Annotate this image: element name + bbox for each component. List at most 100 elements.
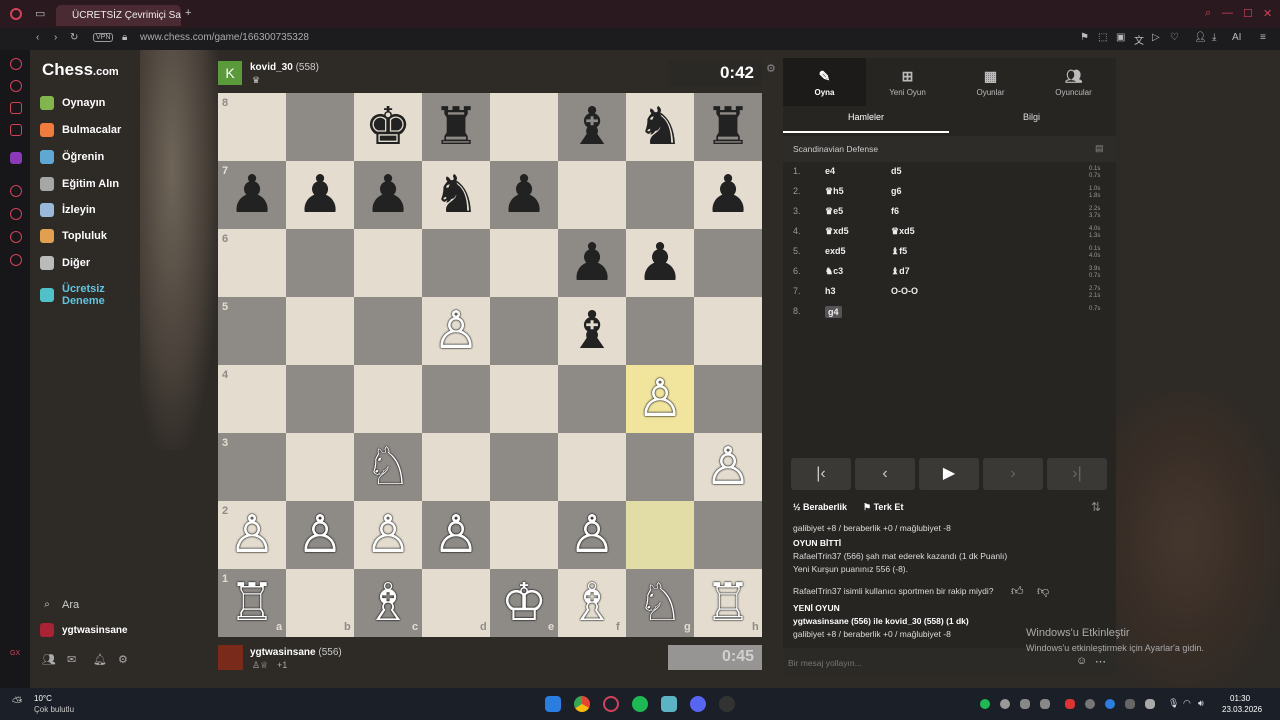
new-tab-icon[interactable]: + (185, 7, 191, 19)
chrome-icon[interactable] (574, 696, 590, 712)
black-move[interactable]: g6 (891, 186, 902, 196)
resign-button[interactable]: ⚑ Terk Et (863, 502, 903, 513)
tab-games[interactable]: ▦ Oyunlar (949, 68, 1032, 97)
square-e3[interactable] (490, 433, 558, 501)
square-e1[interactable]: ♔ (490, 569, 558, 637)
black-piece[interactable]: ♝ (569, 98, 616, 156)
next-move-button[interactable]: › (983, 458, 1043, 490)
white-piece[interactable]: ♗ (365, 574, 412, 632)
clock-date[interactable]: 23.03.2026 (1222, 705, 1262, 714)
square-b5[interactable] (286, 297, 354, 365)
black-move[interactable]: ♛xd5 (891, 226, 915, 237)
square-h6[interactable] (694, 229, 762, 297)
square-b4[interactable] (286, 365, 354, 433)
player-avatar[interactable] (218, 645, 243, 670)
black-piece[interactable]: ♞ (433, 166, 480, 224)
bookmark-icon[interactable]: ⚑ (1080, 32, 1089, 43)
microphone-icon[interactable]: 🎙︎ (1168, 698, 1179, 709)
nav-item-3[interactable]: Öğrenin (40, 150, 104, 164)
translate-icon[interactable]: 文 (1134, 32, 1144, 47)
white-move[interactable]: g4 (825, 306, 842, 318)
tray-icon[interactable] (1040, 699, 1050, 709)
white-piece[interactable]: ♙ (229, 506, 276, 564)
chat-icon[interactable] (10, 102, 22, 114)
player-icon[interactable] (10, 185, 22, 197)
square-a8[interactable] (218, 93, 286, 161)
black-piece[interactable]: ♟ (501, 166, 548, 224)
white-piece[interactable]: ♔ (501, 574, 548, 632)
wallet-icon[interactable]: ▣ (1116, 32, 1125, 43)
square-d6[interactable] (422, 229, 490, 297)
tray-icon[interactable] (1145, 699, 1155, 709)
first-move-button[interactable]: |‹ (791, 458, 851, 490)
square-a5[interactable] (218, 297, 286, 365)
square-g4[interactable]: ♙ (626, 365, 694, 433)
white-piece[interactable]: ♖ (705, 574, 752, 632)
square-c3[interactable]: ♘ (354, 433, 422, 501)
menu-icon[interactable]: ≡ (1260, 32, 1266, 43)
black-piece[interactable]: ♟ (637, 234, 684, 292)
nav-item-7[interactable]: Diğer (40, 256, 90, 270)
square-g1[interactable]: ♘ (626, 569, 694, 637)
clock-time[interactable]: 01:30 (1230, 694, 1250, 703)
square-g8[interactable]: ♞ (626, 93, 694, 161)
white-move[interactable]: e4 (825, 166, 835, 176)
square-d5[interactable]: ♙ (422, 297, 490, 365)
draw-button[interactable]: ½ Beraberlik (793, 502, 847, 512)
url-field[interactable]: www.chess.com/game/166300735328 (140, 32, 309, 43)
tray-icon[interactable] (1000, 699, 1010, 709)
square-a7[interactable]: ♟ (218, 161, 286, 229)
steam-icon[interactable] (719, 696, 735, 712)
square-h3[interactable]: ♙ (694, 433, 762, 501)
white-piece[interactable]: ♘ (637, 574, 684, 632)
white-move[interactable]: ♛h5 (825, 186, 844, 197)
heart-icon[interactable]: ♡ (1170, 32, 1179, 43)
tray-icon[interactable] (1065, 699, 1075, 709)
white-piece[interactable]: ♙ (433, 302, 480, 360)
black-piece[interactable]: ♟ (229, 166, 276, 224)
square-a3[interactable] (218, 433, 286, 501)
history-icon[interactable] (10, 231, 22, 243)
chat-input[interactable] (788, 655, 1058, 670)
square-e2[interactable] (490, 501, 558, 569)
start-icon[interactable] (545, 696, 561, 712)
opera-gx-icon[interactable] (603, 696, 619, 712)
square-d3[interactable] (422, 433, 490, 501)
square-b8[interactable] (286, 93, 354, 161)
square-f6[interactable]: ♟ (558, 229, 626, 297)
black-piece[interactable]: ♜ (433, 98, 480, 156)
white-piece[interactable]: ♙ (705, 438, 752, 496)
mail-icon[interactable]: ✉ (67, 653, 76, 666)
square-c2[interactable]: ♙ (354, 501, 422, 569)
white-move[interactable]: exd5 (825, 246, 846, 256)
tray-icon[interactable] (1105, 699, 1115, 709)
temperature[interactable]: 10°C (34, 694, 52, 703)
bell-icon[interactable]: 🔔︎ (93, 653, 107, 666)
tab-play[interactable]: ✎ Oyna (783, 68, 866, 97)
white-move[interactable]: ♞c3 (825, 266, 843, 277)
square-b6[interactable] (286, 229, 354, 297)
discord-icon[interactable] (690, 696, 706, 712)
friends-icon[interactable]: 👥︎ (42, 653, 56, 666)
chat-menu-icon[interactable]: ⋯ (1095, 655, 1106, 668)
square-g2[interactable] (626, 501, 694, 569)
square-f5[interactable]: ♝ (558, 297, 626, 365)
square-d8[interactable]: ♜ (422, 93, 490, 161)
square-b3[interactable] (286, 433, 354, 501)
chess-logo[interactable]: Chess.com (42, 60, 119, 80)
gear-icon[interactable]: ⚙ (118, 653, 128, 666)
square-b2[interactable]: ♙ (286, 501, 354, 569)
square-g5[interactable] (626, 297, 694, 365)
tray-icon[interactable] (1085, 699, 1095, 709)
player-name[interactable]: ygtwasinsane (556) (250, 647, 342, 658)
thumbs-down-icon[interactable]: 👎︎ (1037, 584, 1049, 599)
square-f1[interactable]: ♗ (558, 569, 626, 637)
white-piece[interactable]: ♙ (637, 370, 684, 428)
nav-item-8[interactable]: Ücretsiz Deneme (40, 283, 122, 307)
nav-item-6[interactable]: Topluluk (40, 229, 107, 243)
download-icon[interactable]: ⤓ (1212, 32, 1216, 43)
nav-item-2[interactable]: Bulmacalar (40, 123, 121, 137)
square-f3[interactable] (558, 433, 626, 501)
square-a2[interactable]: ♙ (218, 501, 286, 569)
black-piece[interactable]: ♞ (637, 98, 684, 156)
